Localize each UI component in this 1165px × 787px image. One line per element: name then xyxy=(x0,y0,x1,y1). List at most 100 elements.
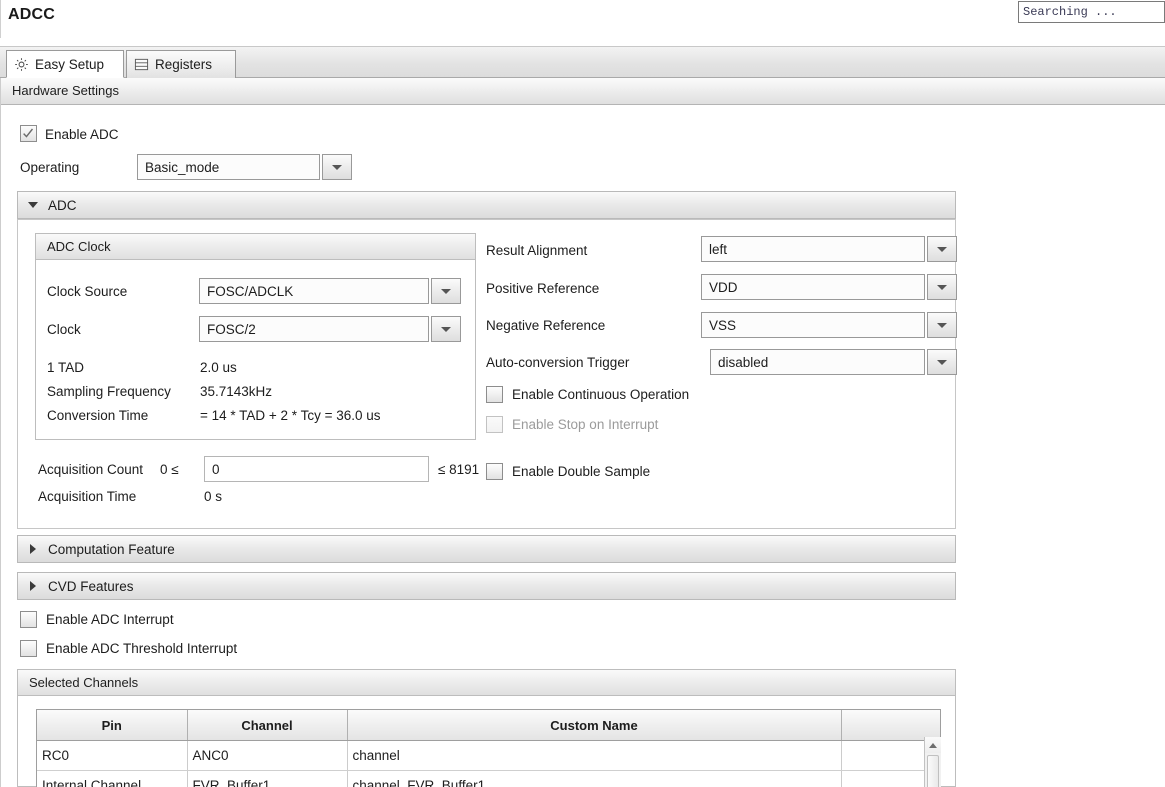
chevron-down-icon xyxy=(937,322,947,328)
chevron-down-icon xyxy=(28,202,38,208)
adc-section-toggle[interactable] xyxy=(18,202,48,208)
channels-table-scrollbar[interactable] xyxy=(924,737,941,787)
enable-adc-checkbox[interactable] xyxy=(20,125,37,142)
chevron-right-icon xyxy=(30,544,36,554)
column-header-channel[interactable]: Channel xyxy=(187,710,348,741)
auto-conversion-trigger-value: disabled xyxy=(710,349,925,375)
enable-adc-threshold-interrupt-checkbox[interactable] xyxy=(20,640,37,657)
positive-reference-dropdown-arrow[interactable] xyxy=(927,274,957,300)
operating-mode-dropdown-arrow[interactable] xyxy=(322,154,352,180)
table-row[interactable]: RC0 ANC0 channel xyxy=(37,740,940,771)
adc-clock-groupbox: ADC Clock Clock Source FOSC/ADCLK Clock … xyxy=(35,233,476,440)
page-title: ADCC xyxy=(8,6,56,23)
positive-reference-select[interactable]: VDD xyxy=(701,274,957,300)
hardware-settings-label: Hardware Settings xyxy=(12,83,119,98)
clock-value: FOSC/2 xyxy=(199,316,429,342)
adc-section-body: ADC Clock Clock Source FOSC/ADCLK Clock … xyxy=(17,219,957,529)
hardware-settings-header: Hardware Settings xyxy=(0,78,1165,105)
enable-adc-interrupt-checkbox[interactable] xyxy=(20,611,37,628)
selected-channels-title: Selected Channels xyxy=(18,670,955,696)
cell-channel[interactable]: ANC0 xyxy=(187,740,348,771)
cvd-features-toggle[interactable] xyxy=(18,581,48,591)
chevron-up-icon xyxy=(929,742,937,748)
acquisition-count-value: 0 xyxy=(212,461,220,477)
chevron-down-icon xyxy=(937,246,947,252)
auto-conversion-trigger-dropdown-arrow[interactable] xyxy=(927,349,957,375)
enable-stop-on-interrupt-label: Enable Stop on Interrupt xyxy=(512,417,659,432)
clock-source-dropdown-arrow[interactable] xyxy=(431,278,461,304)
sampling-frequency-label: Sampling Frequency xyxy=(47,384,171,399)
negative-reference-value: VSS xyxy=(701,312,925,338)
negative-reference-label: Negative Reference xyxy=(486,318,606,333)
window-title-bar: ADCC Searching ... xyxy=(0,0,1165,46)
result-alignment-select[interactable]: left xyxy=(701,236,957,262)
chevron-down-icon xyxy=(937,359,947,365)
clock-dropdown-arrow[interactable] xyxy=(431,316,461,342)
adc-clock-title: ADC Clock xyxy=(36,234,475,260)
channels-table: Pin Channel Custom Name RC0 ANC0 channel xyxy=(37,710,940,787)
tab-registers[interactable]: Registers xyxy=(126,50,236,78)
clock-source-label: Clock Source xyxy=(47,284,128,299)
cell-custom-name[interactable]: channel xyxy=(347,740,842,771)
clock-label: Clock xyxy=(47,322,81,337)
acquisition-count-min: 0 ≤ xyxy=(160,462,179,477)
negative-reference-select[interactable]: VSS xyxy=(701,312,957,338)
acquisition-count-label: Acquisition Count xyxy=(38,462,144,477)
enable-double-sample-label: Enable Double Sample xyxy=(512,464,651,479)
negative-reference-dropdown-arrow[interactable] xyxy=(927,312,957,338)
computation-feature-toggle[interactable] xyxy=(18,544,48,554)
scrollbar-thumb[interactable] xyxy=(927,755,939,787)
clock-source-select[interactable]: FOSC/ADCLK xyxy=(199,278,461,304)
operating-mode-value: Basic_mode xyxy=(137,154,320,180)
enable-stop-on-interrupt-checkbox[interactable] xyxy=(486,416,503,433)
result-alignment-value: left xyxy=(701,236,925,262)
clock-source-value: FOSC/ADCLK xyxy=(199,278,429,304)
tad-label: 1 TAD xyxy=(47,360,85,375)
gear-icon xyxy=(14,57,29,72)
chevron-down-icon xyxy=(441,288,451,294)
conversion-time-label: Conversion Time xyxy=(47,408,149,423)
acquisition-time-value: 0 s xyxy=(204,489,223,504)
cvd-features-section-header[interactable]: CVD Features xyxy=(17,572,956,600)
cell-channel[interactable]: FVR_Buffer1 xyxy=(187,770,348,787)
result-alignment-label: Result Alignment xyxy=(486,243,588,258)
enable-adc-threshold-interrupt-label: Enable ADC Threshold Interrupt xyxy=(46,641,238,656)
adc-section-title: ADC xyxy=(48,197,77,213)
sampling-frequency-value: 35.7143kHz xyxy=(200,384,273,399)
chevron-down-icon xyxy=(332,164,342,170)
tab-easy-setup[interactable]: Easy Setup xyxy=(6,50,124,78)
column-header-custom-name[interactable]: Custom Name xyxy=(347,710,842,741)
column-header-actions[interactable] xyxy=(841,710,940,741)
clock-select[interactable]: FOSC/2 xyxy=(199,316,461,342)
computation-feature-section-header[interactable]: Computation Feature xyxy=(17,535,956,563)
enable-continuous-operation-checkbox[interactable] xyxy=(486,386,503,403)
acquisition-time-label: Acquisition Time xyxy=(38,489,137,504)
enable-adc-interrupt-label: Enable ADC Interrupt xyxy=(46,612,174,627)
enable-double-sample-checkbox[interactable] xyxy=(486,463,503,480)
content-left-edge xyxy=(0,78,1,787)
operating-mode-select[interactable]: Basic_mode xyxy=(137,154,352,180)
conversion-time-value: = 14 * TAD + 2 * Tcy = 36.0 us xyxy=(200,408,381,423)
adc-section-header[interactable]: ADC xyxy=(17,191,956,219)
cell-pin[interactable]: Internal Channel xyxy=(37,770,188,787)
chevron-right-icon xyxy=(30,581,36,591)
acquisition-count-max: ≤ 8191 xyxy=(438,462,480,477)
tab-strip: Easy Setup Registers xyxy=(0,46,1165,78)
cell-custom-name[interactable]: channel_FVR_Buffer1 xyxy=(347,770,842,787)
computation-feature-title: Computation Feature xyxy=(48,541,175,557)
selected-channels-table: Pin Channel Custom Name RC0 ANC0 channel xyxy=(36,709,941,787)
cell-pin[interactable]: RC0 xyxy=(37,740,188,771)
auto-conversion-trigger-label: Auto-conversion Trigger xyxy=(486,355,630,370)
operating-label: Operating xyxy=(20,160,80,175)
positive-reference-label: Positive Reference xyxy=(486,281,600,296)
auto-conversion-trigger-select[interactable]: disabled xyxy=(710,349,957,375)
acquisition-count-input[interactable]: 0 xyxy=(204,456,429,482)
tab-registers-label: Registers xyxy=(155,57,213,72)
column-header-pin[interactable]: Pin xyxy=(37,710,188,741)
table-row[interactable]: Internal Channel FVR_Buffer1 channel_FVR… xyxy=(37,770,940,787)
result-alignment-dropdown-arrow[interactable] xyxy=(927,236,957,262)
enable-adc-label: Enable ADC xyxy=(45,127,119,142)
registers-icon xyxy=(134,57,149,72)
scroll-up-button[interactable] xyxy=(925,737,941,753)
search-input[interactable]: Searching ... xyxy=(1018,1,1165,23)
